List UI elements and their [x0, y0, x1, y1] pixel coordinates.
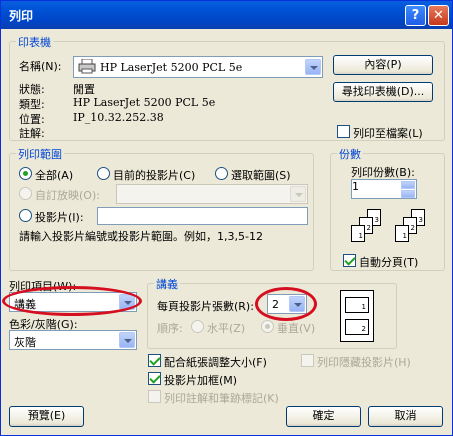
range-selection-radio[interactable] [215, 167, 228, 180]
print-to-file-label[interactable]: 列印至檔案(L) [353, 125, 423, 141]
hidden-slides-checkbox[interactable] [301, 354, 314, 367]
range-current-slide-label[interactable]: 目前的投影片(C) [113, 167, 195, 183]
cancel-button[interactable]: 取消 [368, 406, 443, 427]
range-current-slide-radio[interactable] [97, 167, 110, 180]
print-dialog: 列印 ? ✕ 印表機 名稱(N): HP LaserJet 5200 PCL 5… [0, 0, 453, 436]
range-hint: 請輸入投影片編號或投影片範圍。例如，1,3,5-12 [19, 230, 263, 243]
order-label: 順序: [157, 322, 183, 335]
help-icon[interactable]: ? [405, 5, 426, 26]
printer-icon [78, 59, 96, 74]
order-horizontal-radio[interactable] [191, 320, 204, 333]
comment-label: 註解: [19, 127, 45, 140]
printer-name-select[interactable]: HP LaserJet 5200 PCL 5e [73, 56, 323, 78]
order-horizontal-label: 水平(Z) [207, 322, 246, 335]
status-label: 狀態: [19, 83, 45, 96]
type-value: HP LaserJet 5200 PCL 5e [73, 96, 216, 109]
copies-count-label: 列印份數(B): [351, 166, 415, 179]
order-vertical-label: 垂直(V) [277, 322, 316, 335]
print-comments-label: 列印註解和筆跡標記(K) [164, 392, 279, 405]
location-value: IP_10.32.252.38 [73, 111, 164, 124]
printer-name-value: HP LaserJet 5200 PCL 5e [100, 61, 243, 74]
range-slides-radio[interactable] [19, 209, 32, 222]
range-custom-show-label: 自訂放映(O): [35, 189, 100, 202]
preview-button[interactable]: 預覽(E) [9, 406, 84, 427]
frame-slides-label[interactable]: 投影片加框(M) [164, 372, 237, 388]
collate-label[interactable]: 自動分頁(T) [359, 254, 418, 270]
custom-show-select[interactable] [116, 184, 308, 204]
order-vertical-radio[interactable] [261, 320, 274, 333]
range-custom-show-radio[interactable] [19, 187, 32, 200]
print-range-group-label: 列印範圍 [16, 146, 64, 162]
type-label: 類型: [19, 98, 45, 111]
range-all-label[interactable]: 全部(A) [35, 167, 73, 183]
range-slides-label[interactable]: 投影片(I): [35, 209, 84, 225]
frame-slides-checkbox[interactable] [148, 372, 161, 385]
title-bar[interactable]: 列印 ? ✕ [1, 1, 452, 29]
preview-page-1: 1 [345, 297, 369, 313]
printer-name-label: 名稱(N): [19, 60, 62, 73]
handout-preview: 1 2 [340, 290, 374, 342]
copies-count-spinner[interactable]: 1 [351, 179, 417, 199]
scale-to-fit-label[interactable]: 配合紙張調整大小(F) [164, 354, 267, 370]
collate-checkbox[interactable] [343, 254, 356, 267]
scale-to-fit-checkbox[interactable] [148, 354, 161, 367]
spin-up-icon[interactable] [401, 181, 415, 189]
highlight-ellipse [2, 286, 142, 316]
preview-page-2: 2 [345, 319, 369, 335]
status-value: 閒置 [73, 83, 95, 96]
print-comments-checkbox[interactable] [148, 390, 161, 403]
dropdown-arrow-icon[interactable] [119, 332, 135, 348]
color-value: 灰階 [14, 336, 36, 349]
dropdown-arrow-icon[interactable] [290, 186, 306, 202]
slides-input[interactable] [97, 207, 308, 225]
handouts-group-label: 講義 [154, 276, 180, 292]
color-select[interactable]: 灰階 [9, 330, 137, 350]
ok-button[interactable]: 確定 [286, 406, 361, 427]
dropdown-arrow-icon[interactable] [305, 59, 321, 75]
copies-count-value: 1 [352, 180, 359, 193]
find-printer-button[interactable]: 尋找印表機(D)... [333, 82, 433, 102]
copies-group-label: 份數 [337, 146, 363, 162]
range-all-radio[interactable] [19, 167, 32, 180]
slides-per-page-label: 每頁投影片張數(R): [157, 300, 254, 313]
highlight-ellipse [255, 287, 317, 321]
printer-group-label: 印表機 [16, 34, 53, 50]
window-title: 列印 [9, 9, 34, 23]
hidden-slides-label: 列印隱藏投影片(H) [317, 356, 411, 369]
close-icon[interactable]: ✕ [428, 5, 449, 26]
print-to-file-checkbox[interactable] [337, 125, 350, 138]
properties-button[interactable]: 內容(P) [333, 55, 433, 75]
range-selection-label[interactable]: 選取範圍(S) [231, 167, 291, 183]
spin-down-icon[interactable] [401, 190, 415, 198]
